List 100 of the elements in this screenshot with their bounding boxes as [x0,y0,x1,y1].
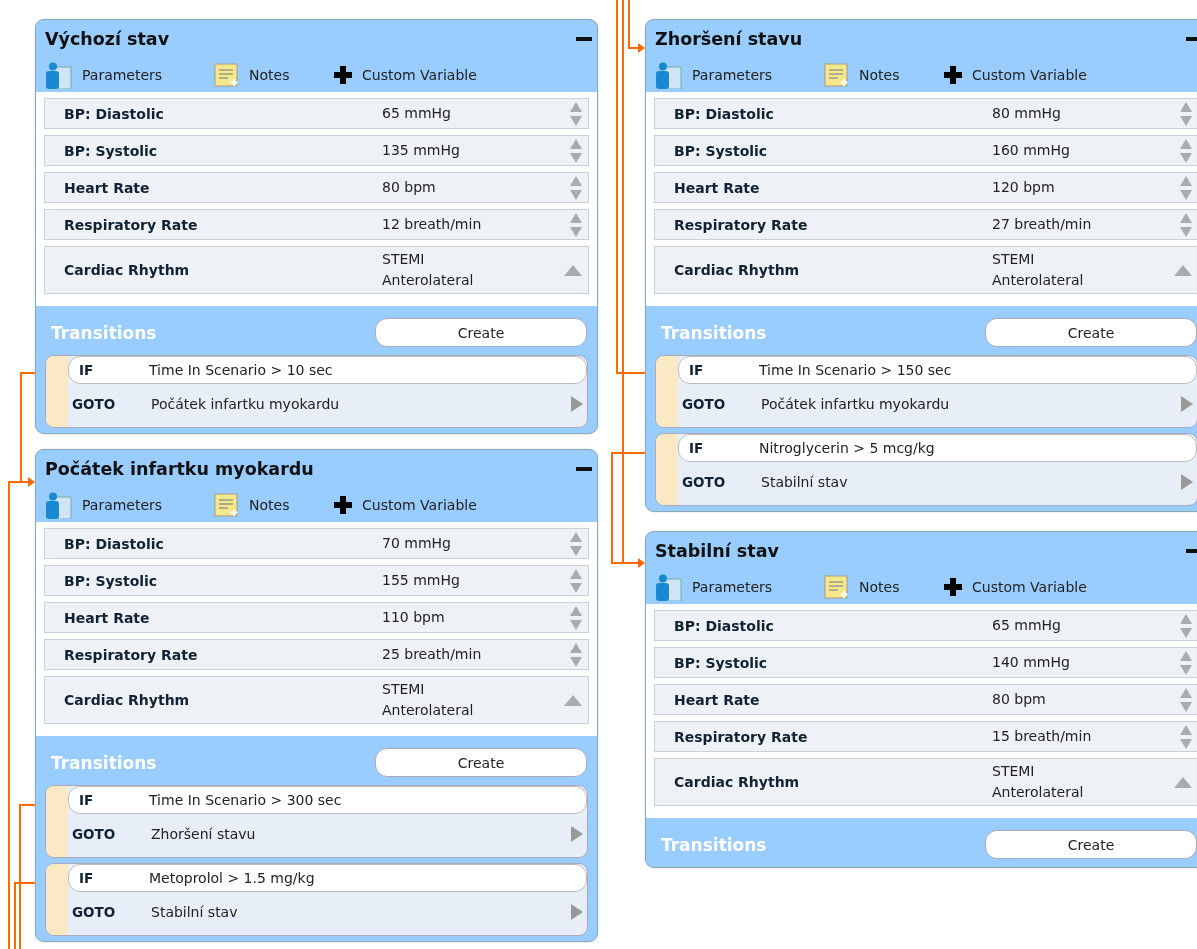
parameter-value: 12 breath/min [382,215,482,234]
condition-text: Time In Scenario > 300 sec [149,792,342,808]
target-state: Stabilní stav [761,474,848,490]
toolbar-link[interactable]: Custom Variable [362,67,562,83]
parameter-name: Heart Rate [674,179,761,196]
transition-item[interactable]: IF Time In Scenario > 10 sec GOTO Počátek infartku myokardu [45,355,588,428]
parameter-name: Heart Rate [64,179,151,196]
spinner-icon[interactable] [570,641,582,668]
transition-item[interactable]: IF Metoprolol > 1.5 mg/kg GOTO Stabilní stav [45,863,588,936]
toolbar-link[interactable]: Parameters [692,579,824,595]
condition-text: Nitroglycerin > 5 mcg/kg [759,440,935,456]
toolbar-link[interactable]: Custom Variable [972,67,1172,83]
parameter-value: 80 mmHg [992,104,1062,123]
person-icon[interactable] [44,61,72,89]
notepad-icon[interactable] [824,63,849,87]
person-icon[interactable] [44,491,72,519]
transition-handle[interactable] [656,356,678,427]
parameter-name: Heart Rate [674,691,761,708]
spinner-icon[interactable] [1180,100,1192,127]
dropdown-arrow-icon[interactable] [1174,776,1192,788]
condition-field[interactable]: IF Time In Scenario > 150 sec [678,356,1197,384]
parameter-value: 15 breath/min [992,727,1092,746]
create-button[interactable]: Create [985,830,1197,859]
if-label: IF [79,870,95,886]
play-arrow-icon[interactable] [1181,396,1193,412]
spinner-icon[interactable] [1180,649,1192,676]
play-arrow-icon[interactable] [1181,474,1193,490]
parameter-value: 160 mmHg [992,141,1071,160]
toolbar-link[interactable]: Notes [249,67,312,83]
play-arrow-icon[interactable] [571,904,583,920]
toolbar-link[interactable]: Custom Variable [362,497,562,513]
parameter-name: BP: Diastolic [674,617,775,634]
condition-field[interactable]: IF Metoprolol > 1.5 mg/kg [68,864,587,892]
toolbar-link[interactable]: Parameters [82,67,214,83]
state-title: Zhoršení stavu [655,29,803,49]
transition-handle[interactable] [656,434,678,505]
state-title: Počátek infartku myokardu [45,459,314,479]
spinner-icon[interactable] [570,211,582,238]
if-label: IF [689,362,705,378]
spinner-icon[interactable] [570,530,582,557]
parameter-name: Respiratory Rate [674,216,809,233]
transitions-heading: Transitions [661,322,767,343]
parameter-name: BP: Systolic [64,572,159,589]
spinner-icon[interactable] [1180,174,1192,201]
toolbar-link[interactable]: Custom Variable [972,579,1172,595]
transition-item[interactable]: IF Nitroglycerin > 5 mcg/kg GOTO Stabilní stav [655,433,1197,506]
dropdown-arrow-icon[interactable] [1174,264,1192,276]
transition-handle[interactable] [46,356,68,427]
parameter-value: STEMI Anterolateral [992,250,1084,290]
parameter-name: BP: Diastolic [674,105,775,122]
spinner-icon[interactable] [1180,137,1192,164]
spinner-icon[interactable] [570,567,582,594]
goto-label: GOTO [682,396,727,412]
spinner-icon[interactable] [570,174,582,201]
toolbar-link[interactable]: Notes [249,497,312,513]
transitions-heading: Transitions [661,834,767,855]
condition-field[interactable]: IF Time In Scenario > 300 sec [68,786,587,814]
spinner-icon[interactable] [1180,612,1192,639]
plus-icon[interactable] [334,66,352,84]
spinner-icon[interactable] [570,100,582,127]
play-arrow-icon[interactable] [571,396,583,412]
parameter-name: Cardiac Rhythm [64,692,191,708]
spinner-icon[interactable] [1180,723,1192,750]
person-icon[interactable] [654,573,682,601]
parameter-name: Cardiac Rhythm [674,774,801,790]
plus-icon[interactable] [944,578,962,596]
transitions-heading: Transitions [51,322,157,343]
toolbar-link[interactable]: Notes [859,67,922,83]
transition-handle[interactable] [46,864,68,935]
play-arrow-icon[interactable] [571,826,583,842]
spinner-icon[interactable] [1180,686,1192,713]
spinner-icon[interactable] [570,137,582,164]
plus-icon[interactable] [944,66,962,84]
plus-icon[interactable] [334,496,352,514]
toolbar-link[interactable]: Parameters [82,497,214,513]
spinner-icon[interactable] [1180,211,1192,238]
parameter-name: Cardiac Rhythm [64,262,191,278]
notepad-icon[interactable] [214,63,239,87]
person-icon[interactable] [654,61,682,89]
spinner-icon[interactable] [570,604,582,631]
create-button[interactable]: Create [985,318,1197,347]
parameter-value: STEMI Anterolateral [992,762,1084,802]
condition-field[interactable]: IF Nitroglycerin > 5 mcg/kg [678,434,1197,462]
parameter-name: BP: Systolic [674,142,769,159]
toolbar-link[interactable]: Notes [859,579,922,595]
toolbar-link[interactable]: Parameters [692,67,824,83]
parameter-name: BP: Systolic [64,142,159,159]
dropdown-arrow-icon[interactable] [564,264,582,276]
parameter-name: Heart Rate [64,609,151,626]
transition-item[interactable]: IF Time In Scenario > 150 sec GOTO Počátek infartku myokardu [655,355,1197,428]
condition-field[interactable]: IF Time In Scenario > 10 sec [68,356,587,384]
create-button[interactable]: Create [375,748,587,777]
notepad-icon[interactable] [824,575,849,599]
transition-item[interactable]: IF Time In Scenario > 300 sec GOTO Zhoršení stavu [45,785,588,858]
transition-handle[interactable] [46,786,68,857]
notepad-icon[interactable] [214,493,239,517]
create-button[interactable]: Create [375,318,587,347]
parameter-value: 25 breath/min [382,645,482,664]
parameter-value: 70 mmHg [382,534,452,553]
dropdown-arrow-icon[interactable] [564,694,582,706]
